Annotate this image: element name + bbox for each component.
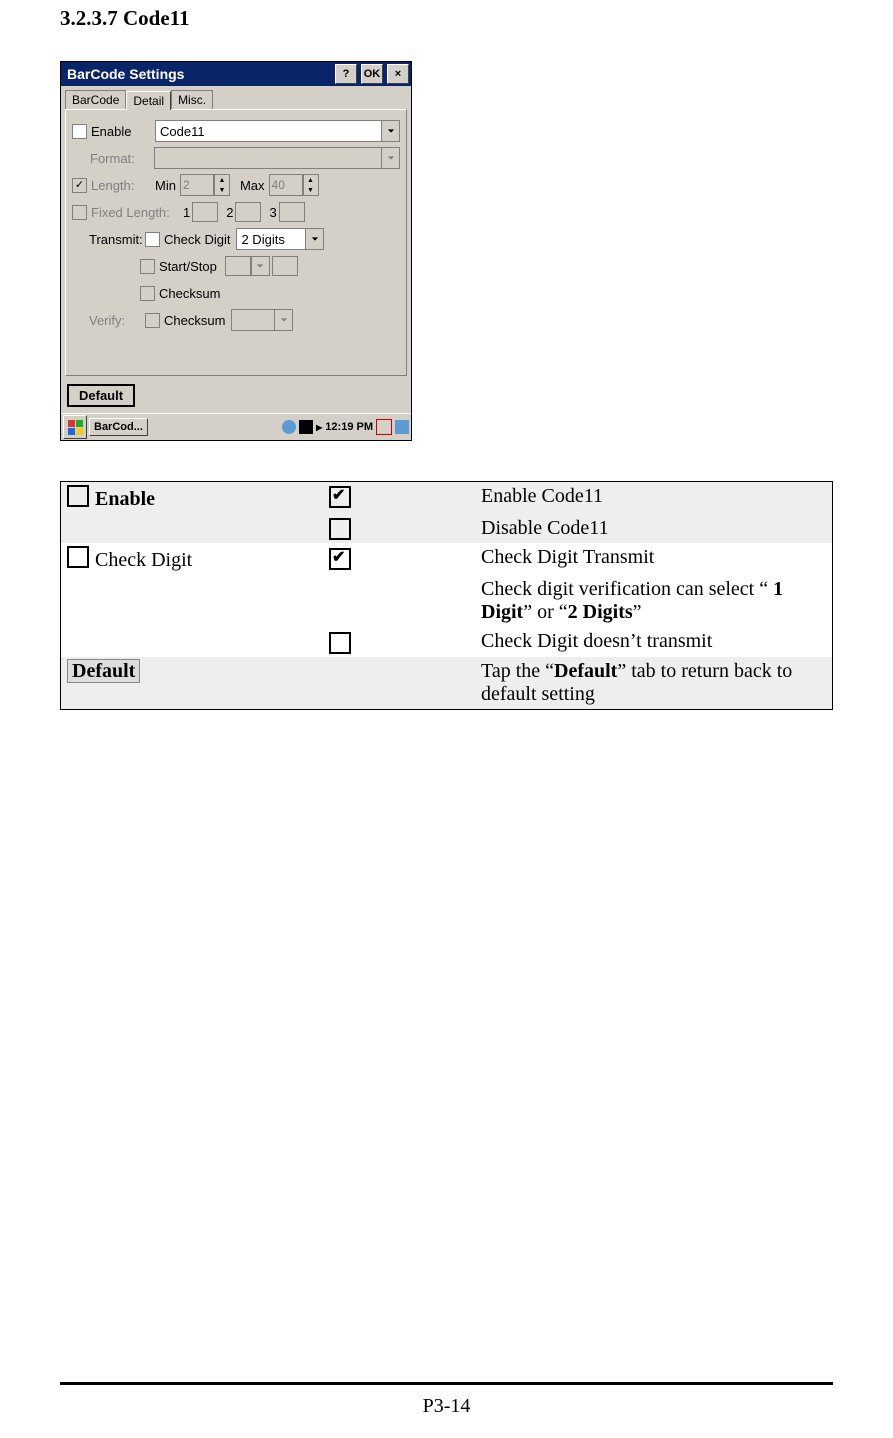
startstop-input2 [272,256,298,276]
close-button[interactable]: × [387,64,409,84]
chevron-down-icon [381,148,399,168]
format-label: Format: [90,151,154,166]
enable-off-desc: Disable Code11 [475,514,833,543]
barcode-settings-window: BarCode Settings ? OK × BarCode Detail M… [60,61,412,441]
fixed-2-input [235,202,261,222]
help-button[interactable]: ? [335,64,357,84]
tab-detail[interactable]: Detail [126,91,171,110]
unchecked-icon [329,632,351,654]
description-table: Enable Enable Code11 Disable Code11 Chec… [60,481,833,710]
enable-on-desc: Enable Code11 [475,482,833,515]
titlebar: BarCode Settings ? OK × [61,62,411,86]
taskbar-app[interactable]: BarCod... [89,418,148,436]
checkbox-icon [67,485,89,507]
transmit-label: Transmit: [89,232,145,247]
length-label: Length: [91,178,155,193]
fixed-length-checkbox [72,205,87,220]
tray-icon[interactable] [282,420,296,434]
fixed-2-label: 2 [226,205,233,220]
enable-checkbox[interactable] [72,124,87,139]
max-spinner: ▲▼ [303,174,319,196]
tabs: BarCode Detail Misc. [61,86,411,109]
table-row: Check digit verification can select “ 1 … [61,575,833,627]
verify-dropdown [231,309,293,331]
checked-icon [329,486,351,508]
min-label: Min [155,178,176,193]
default-row-label: Default [67,659,140,683]
windows-logo-icon [68,420,83,435]
fixed-3-input [279,202,305,222]
tray-icon[interactable] [376,419,392,435]
check-digit-checkbox[interactable] [145,232,160,247]
table-row: Default Tap the “Default” tab to return … [61,657,833,710]
tab-misc[interactable]: Misc. [171,90,213,109]
checkdigit-on-desc: Check Digit Transmit [475,543,833,575]
fixed-3-label: 3 [269,205,276,220]
enable-label: Enable [91,124,155,139]
startstop-label: Start/Stop [159,259,217,274]
checkdigit-row-label: Check Digit [95,549,192,571]
transmit-checksum-checkbox [140,286,155,301]
chevron-down-icon[interactable] [381,121,399,141]
checkdigit-verify-desc: Check digit verification can select “ 1 … [475,575,833,627]
verify-checksum-label: Checksum [164,313,225,328]
start-button[interactable] [63,415,87,439]
ok-button[interactable]: OK [361,64,383,84]
symbology-dropdown[interactable]: Code11 [155,120,400,142]
table-row: Enable Enable Code11 [61,482,833,515]
startstop-checkbox [140,259,155,274]
enable-row-label: Enable [95,488,155,510]
length-checkbox: ✓ [72,178,87,193]
check-digit-dropdown[interactable]: 2 Digits [236,228,324,250]
transmit-checksum-label: Checksum [159,286,220,301]
default-button[interactable]: Default [67,384,135,407]
default-desc: Tap the “Default” tab to return back to … [475,657,833,710]
check-digit-label: Check Digit [164,232,230,247]
table-row: Check Digit Check Digit Transmit [61,543,833,575]
unchecked-icon [329,518,351,540]
clock: 12:19 PM [325,421,373,433]
table-row: Disable Code11 [61,514,833,543]
table-row: Check Digit doesn’t transmit [61,627,833,656]
chevron-down-icon [251,256,270,276]
page-number: P3-14 [0,1382,893,1418]
window-title: BarCode Settings [67,66,333,82]
min-spinner: ▲▼ [214,174,230,196]
fixed-1-label: 1 [183,205,190,220]
taskbar: BarCod... ▶ 12:19 PM [61,413,411,440]
max-value: 40 [269,174,303,196]
chevron-down-icon[interactable] [305,229,323,249]
symbology-value: Code11 [156,124,381,139]
chevron-down-icon [274,310,292,330]
max-label: Max [240,178,265,193]
checkdigit-off-desc: Check Digit doesn’t transmit [475,627,833,656]
format-dropdown [154,147,400,169]
tray-icon[interactable] [299,420,313,434]
checkbox-icon [67,546,89,568]
fixed-length-label: Fixed Length: [91,205,183,220]
detail-panel: Enable Code11 Format: ✓ Length: Min 2 [65,109,407,376]
startstop-input [225,256,251,276]
section-heading: 3.2.3.7 Code11 [60,6,833,31]
tab-barcode[interactable]: BarCode [65,90,126,109]
verify-label: Verify: [89,313,145,328]
verify-checksum-checkbox [145,313,160,328]
check-digit-value: 2 Digits [237,232,305,247]
tray-arrow-icon[interactable]: ▶ [316,423,322,432]
tray-icon[interactable] [395,420,409,434]
fixed-1-input [192,202,218,222]
min-value: 2 [180,174,214,196]
checked-icon [329,548,351,570]
